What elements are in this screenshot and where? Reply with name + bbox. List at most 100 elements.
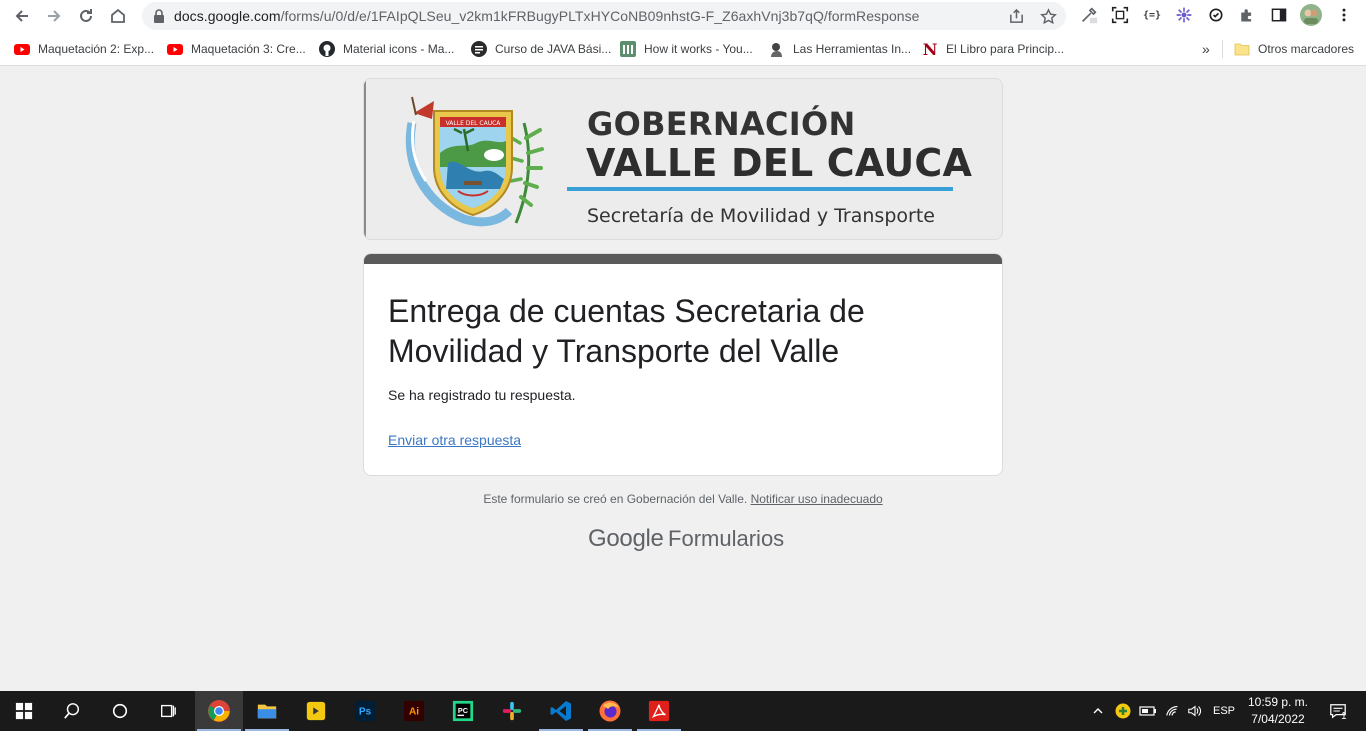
bookmark-label: Maquetación 3: Cre... — [191, 42, 306, 56]
slack-icon — [502, 701, 522, 721]
arrow-right-icon — [48, 10, 61, 22]
action-center-button[interactable]: 1 — [1318, 691, 1358, 731]
arrow-left-icon — [15, 10, 28, 22]
task-view-button[interactable] — [144, 691, 192, 731]
url-text[interactable]: docs.google.com/forms/u/0/d/e/1FAIpQLSeu… — [174, 8, 920, 24]
other-bookmarks-label: Otros marcadores — [1258, 42, 1355, 56]
lock-icon[interactable] — [152, 8, 166, 24]
url-path: /forms/u/0/d/e/1FAIpQLSeu_v2km1kFRBugyPL… — [280, 8, 920, 24]
share-icon[interactable] — [1007, 7, 1025, 25]
other-bookmarks-folder[interactable]: Otros marcadores — [1234, 38, 1354, 60]
youtube-icon — [14, 41, 30, 57]
bookmark-label: Curso de JAVA Bási... — [495, 42, 612, 56]
svg-text:Ps: Ps — [359, 707, 372, 718]
header-divider — [567, 187, 953, 191]
screenshot-extension-icon[interactable] — [1109, 4, 1131, 26]
report-abuse-link[interactable]: Notificar uso inadecuado — [751, 492, 883, 506]
bookmarks-overflow-button[interactable]: » — [1202, 38, 1210, 60]
google-forms-logo[interactable]: Google Formularios — [588, 525, 784, 555]
bookmark-item[interactable]: N El Libro para Princip... — [922, 38, 1064, 60]
photoshop-icon: Ps — [354, 700, 376, 722]
network-status[interactable] — [1162, 691, 1184, 731]
bookmark-item[interactable]: Las Herramientas In... — [769, 38, 911, 60]
cortana-button[interactable] — [96, 691, 144, 731]
flower-extension-icon[interactable] — [1173, 4, 1195, 26]
back-button[interactable] — [9, 3, 35, 29]
taskbar-pycharm[interactable]: PC — [439, 691, 487, 731]
sync-extension-icon[interactable] — [1205, 4, 1227, 26]
menu-kebab-icon[interactable] — [1333, 4, 1355, 26]
extensions-puzzle-icon[interactable] — [1236, 4, 1258, 26]
taskbar-vscode[interactable] — [537, 691, 585, 731]
search-button[interactable] — [48, 691, 96, 731]
battery-status[interactable] — [1137, 691, 1159, 731]
sticky-note-icon — [306, 701, 326, 721]
bookmark-item[interactable]: Curso de JAVA Bási... — [471, 38, 611, 60]
taskbar-chrome[interactable] — [195, 691, 243, 731]
taskbar-sticky-app[interactable] — [292, 691, 340, 731]
card-accent-bar — [364, 254, 1002, 264]
form-title: Entrega de cuentas Secretaria de Movilid… — [388, 293, 865, 369]
folder-icon — [1234, 41, 1250, 57]
chevron-up-icon — [1093, 708, 1103, 714]
bookmark-label: Las Herramientas In... — [793, 42, 912, 56]
header-subtitle: Secretaría de Movilidad y Transporte — [587, 205, 935, 227]
vscode-icon — [550, 701, 571, 721]
bookmark-item[interactable]: Material icons - Ma... — [319, 38, 454, 60]
taskbar-clock[interactable]: 10:59 p. m. 7/04/2022 — [1244, 694, 1312, 728]
header-title-line2: VALLE DEL CAUCA — [586, 141, 973, 185]
bookmarks-separator — [1222, 40, 1223, 58]
acrobat-icon — [648, 700, 670, 722]
youtube-icon — [167, 41, 183, 57]
volume-control[interactable] — [1184, 691, 1206, 731]
coat-of-arms-emblem: VALLE DEL CAUCA — [405, 96, 544, 227]
illustrator-icon: Ai — [403, 700, 425, 722]
green-plus-tray-icon — [1115, 703, 1131, 719]
n-logo-icon: N — [922, 39, 938, 59]
start-button[interactable] — [0, 691, 48, 731]
bookmark-item[interactable]: Maquetación 3: Cre... — [167, 38, 306, 60]
bookmark-item[interactable]: Maquetación 2: Exp... — [14, 38, 154, 60]
svg-text:PC: PC — [458, 706, 469, 715]
chrome-icon — [208, 700, 230, 722]
taskbar-acrobat[interactable] — [635, 691, 683, 731]
submit-another-response-link[interactable]: Enviar otra respuesta — [388, 432, 521, 448]
header-title-line1: GOBERNACIÓN — [587, 105, 856, 143]
home-button[interactable] — [105, 3, 131, 29]
notification-count: 1 — [1341, 711, 1347, 722]
forms-wordmark: Formularios — [668, 526, 785, 551]
form-page: VALLE DEL CAUCA GOBERNACIÓN VALLE DEL CA… — [0, 66, 1366, 691]
address-bar[interactable]: docs.google.com/forms/u/0/d/e/1FAIpQLSeu… — [142, 2, 1066, 30]
language-indicator[interactable]: ESP — [1208, 691, 1240, 731]
confirmation-message: Se ha registrado tu respuesta. — [388, 387, 576, 403]
profile-icon — [769, 41, 785, 57]
bookmark-star-icon[interactable] — [1039, 7, 1057, 25]
clock-time: 10:59 p. m. — [1247, 695, 1309, 709]
battery-icon — [1139, 706, 1156, 716]
taskbar-illustrator[interactable]: Ai — [390, 691, 438, 731]
eyedropper-extension-icon[interactable] — [1078, 4, 1100, 26]
side-panel-icon[interactable] — [1268, 4, 1290, 26]
taskbar-file-explorer[interactable] — [243, 691, 291, 731]
json-extension-icon[interactable]: {=} — [1141, 4, 1163, 26]
creator-note: Este formulario se creó en Gobernación d… — [483, 492, 748, 506]
google-wordmark: Google — [588, 525, 664, 552]
pycharm-icon: PC — [452, 700, 474, 722]
chevron-double-right-icon: » — [1202, 41, 1210, 57]
header-image-edge — [364, 79, 366, 239]
tray-app-icon[interactable] — [1113, 691, 1133, 731]
forward-button[interactable] — [41, 3, 67, 29]
tray-overflow-button[interactable] — [1088, 691, 1108, 731]
url-host: docs.google.com — [174, 8, 281, 24]
windows-taskbar: Ps Ai PC ESP 10:59 p. m. 7/04/2022 1 — [0, 691, 1366, 731]
profile-avatar[interactable] — [1300, 4, 1322, 26]
home-icon — [111, 8, 125, 23]
task-view-icon — [161, 704, 176, 718]
taskbar-slack[interactable] — [488, 691, 536, 731]
bookmark-item[interactable]: How it works - You... — [620, 38, 753, 60]
bookmark-label: El Libro para Princip... — [946, 42, 1065, 56]
bars-icon — [620, 41, 636, 57]
taskbar-firefox[interactable] — [586, 691, 634, 731]
taskbar-photoshop[interactable]: Ps — [341, 691, 389, 731]
reload-button[interactable] — [73, 3, 99, 29]
